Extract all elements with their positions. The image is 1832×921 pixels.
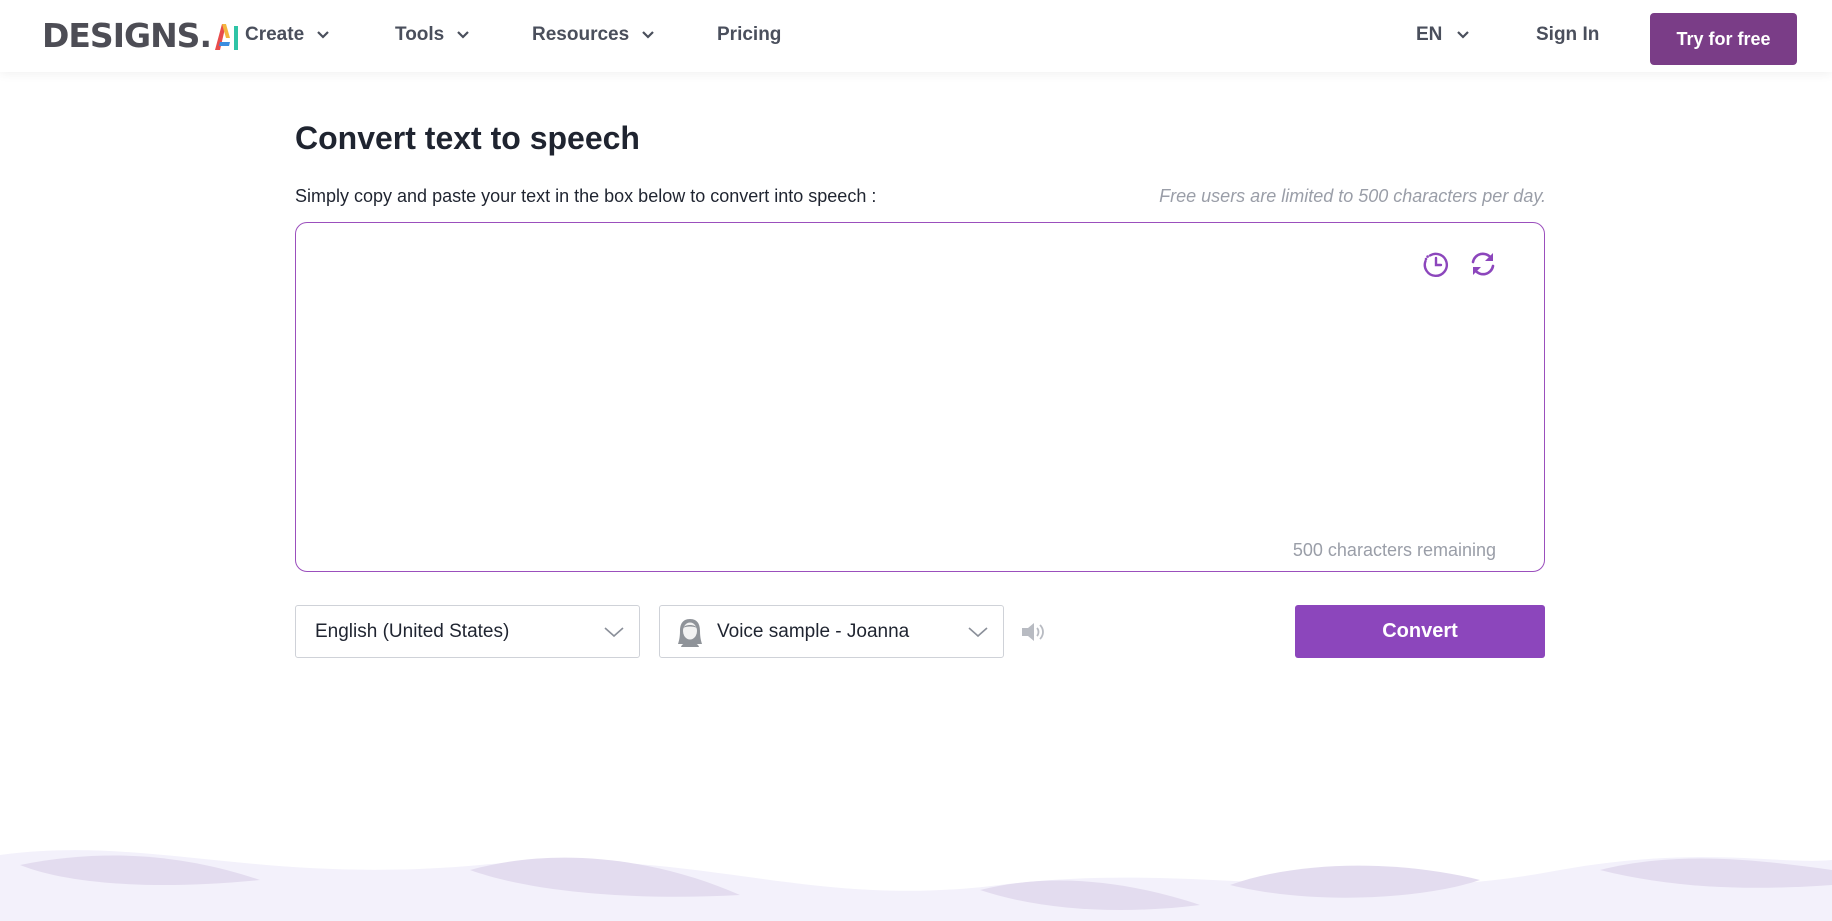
language-label: EN (1416, 24, 1443, 45)
convert-button[interactable]: Convert (1295, 605, 1545, 658)
history-icon[interactable] (1421, 249, 1451, 279)
chevron-down-icon (317, 31, 329, 39)
decorative-waves (0, 850, 1832, 921)
chevron-down-icon (1457, 31, 1470, 39)
logo-ai-mark (213, 20, 241, 50)
nav-create[interactable]: Create (245, 22, 330, 48)
chevron-down-icon (642, 31, 654, 39)
language-select-value: English (United States) (315, 620, 510, 642)
logo-text: DESIGNS. (42, 15, 212, 55)
chevron-down-icon (457, 31, 470, 39)
nav-tools-label: Tools (395, 24, 445, 45)
nav-create-label: Create (245, 24, 305, 45)
instruction-text: Simply copy and paste your text in the b… (295, 186, 877, 206)
designs-ai-logo[interactable]: DESIGNS. (42, 15, 241, 55)
page-title: Convert text to speech (295, 120, 640, 156)
text-input[interactable] (312, 239, 1462, 539)
speaker-icon[interactable] (1020, 620, 1046, 644)
voice-select-value: Voice sample - Joanna (717, 620, 910, 642)
top-navbar: DESIGNS. Create Tools Resources Pricing (0, 0, 1832, 72)
sign-in-link[interactable]: Sign In (1536, 24, 1599, 46)
language-select[interactable]: English (United States) (295, 605, 640, 658)
language-switcher[interactable]: EN (1416, 24, 1470, 46)
chevron-down-icon (604, 627, 624, 638)
text-input-box: 500 characters remaining (295, 222, 1545, 572)
characters-remaining: 500 characters remaining (1292, 540, 1496, 560)
nav-tools[interactable]: Tools (395, 22, 470, 48)
voice-select[interactable]: Voice sample - Joanna (659, 605, 1004, 658)
nav-pricing[interactable]: Pricing (717, 22, 781, 48)
avatar-icon (678, 619, 702, 647)
nav-resources[interactable]: Resources (532, 22, 655, 48)
refresh-icon[interactable] (1468, 249, 1498, 279)
free-limit-note: Free users are limited to 500 characters… (1159, 186, 1546, 206)
nav-resources-label: Resources (532, 24, 630, 45)
chevron-down-icon (968, 627, 988, 638)
try-for-free-button[interactable]: Try for free (1650, 13, 1797, 65)
nav-pricing-label: Pricing (717, 24, 782, 45)
